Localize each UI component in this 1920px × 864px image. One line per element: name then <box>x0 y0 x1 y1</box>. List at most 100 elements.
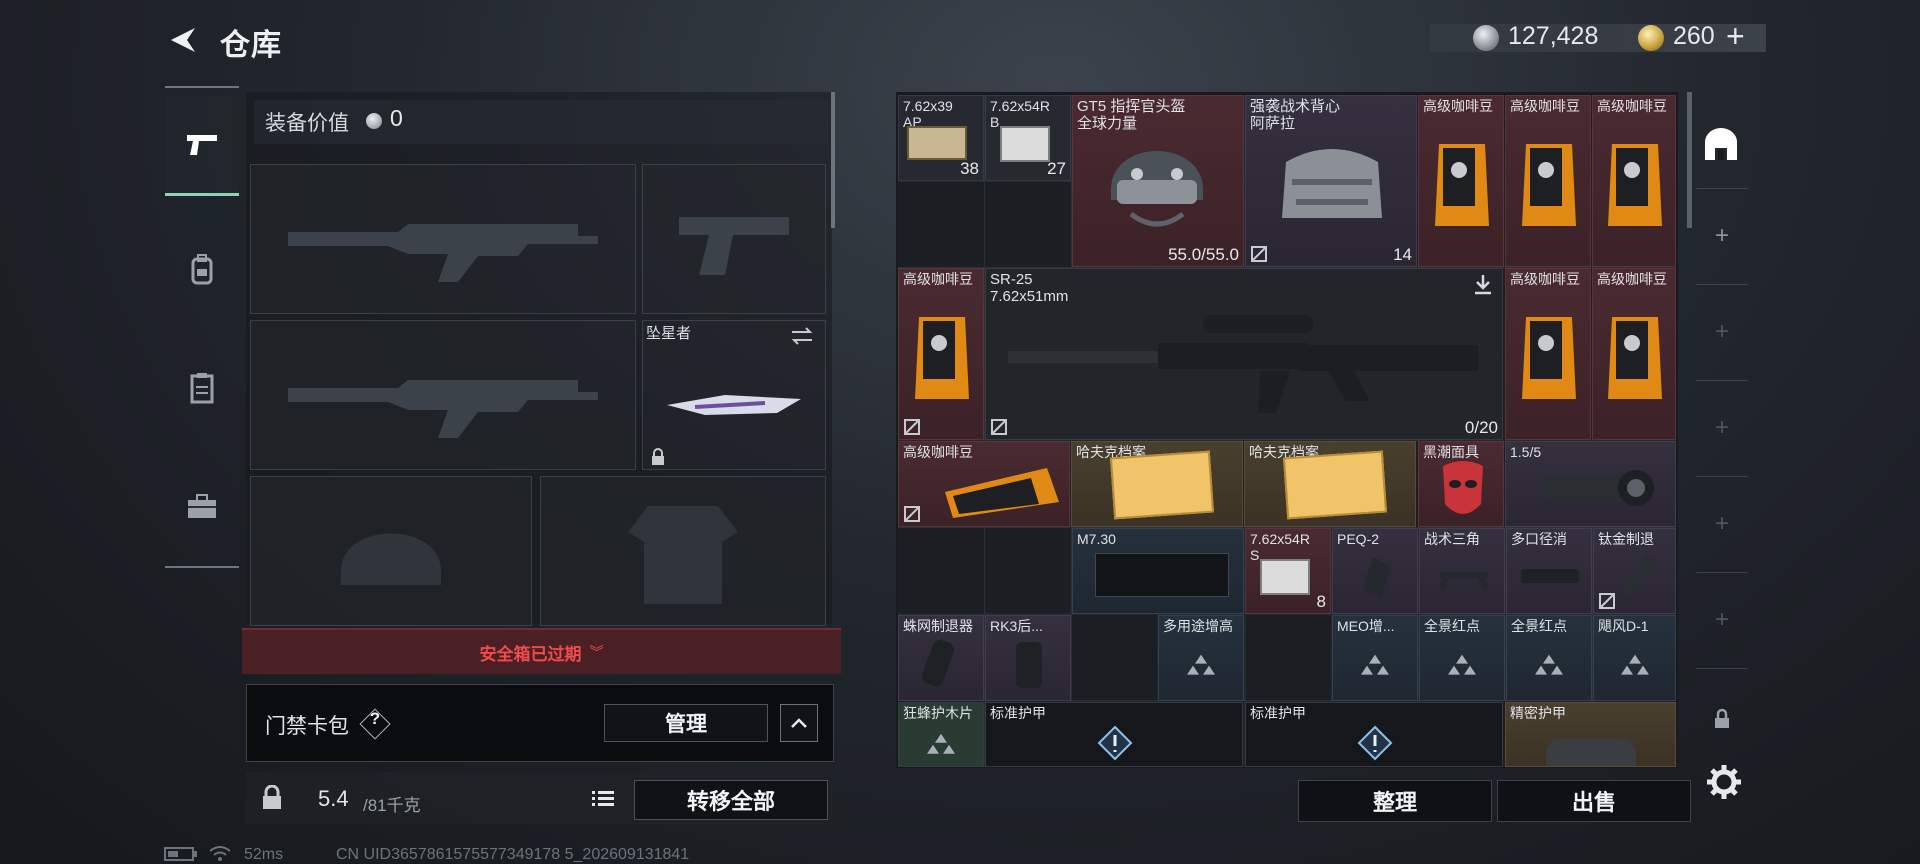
vest-item[interactable]: 强袭战术背心 阿萨拉 14 <box>1245 95 1417 267</box>
add-stash-button[interactable]: + <box>1706 414 1738 442</box>
tabs-divider <box>165 566 239 568</box>
side-divider <box>1696 572 1748 573</box>
add-stash-button[interactable]: + <box>1706 222 1738 250</box>
coffee-item[interactable]: 高级咖啡豆 <box>1505 95 1591 267</box>
back-button[interactable] <box>164 22 200 58</box>
capacity-current: 5.4 <box>318 786 349 811</box>
placeholder-triangles-icon <box>1187 654 1215 675</box>
manage-button[interactable]: 管理 <box>604 704 768 742</box>
coffee-item[interactable]: 高级咖啡豆 <box>1592 268 1676 440</box>
coffee-bag-image <box>915 317 969 399</box>
coffee-item[interactable]: 高级咖啡豆 <box>1505 268 1591 440</box>
gear-icon[interactable] <box>1704 762 1744 802</box>
lock-icon <box>652 448 664 465</box>
titanium-brake-item[interactable]: 钛金制退 <box>1593 528 1676 614</box>
armor-slot[interactable] <box>540 476 826 626</box>
keycard-pack-label: 门禁卡包 <box>265 715 349 738</box>
coffee-item[interactable]: 高级咖啡豆 <box>898 441 1070 527</box>
pistol-icon <box>187 134 217 155</box>
swap-icon[interactable] <box>790 326 814 346</box>
handguard-item[interactable]: 狂蜂护木片 <box>898 702 984 767</box>
suppressor-item[interactable]: 多口径消 <box>1506 528 1592 614</box>
placeholder-triangles-icon <box>1620 654 1649 675</box>
gold-balance: 260 <box>1673 22 1715 50</box>
warning-diamond-icon <box>1357 725 1393 761</box>
primary-weapon-slot[interactable] <box>250 164 636 314</box>
panoramic-dot-item[interactable]: 全景红点 <box>1419 615 1505 701</box>
archive-item[interactable]: 哈夫克档案 <box>1071 441 1243 527</box>
add-stash-button[interactable]: + <box>1706 318 1738 346</box>
ammo-item[interactable]: 7.62x39 AP 38 <box>898 95 984 181</box>
spider-brake-item[interactable]: 蛛网制退器 <box>898 615 984 701</box>
lock-icon[interactable] <box>1713 708 1731 730</box>
tab-backpack[interactable] <box>165 220 239 320</box>
bound-icon <box>1599 593 1615 609</box>
muzzle-image <box>919 637 957 689</box>
helmet-slot[interactable] <box>250 476 532 626</box>
coffee-item[interactable]: 高级咖啡豆 <box>1592 95 1676 267</box>
peq-item[interactable]: PEQ-2 <box>1332 528 1418 614</box>
wifi-icon <box>209 846 231 861</box>
ammo-item[interactable]: 7.62x54R S 8 <box>1245 528 1331 614</box>
loadout-scrollbar[interactable] <box>831 92 835 228</box>
placeholder-triangles-icon <box>1535 654 1563 675</box>
tab-weapons[interactable] <box>165 96 239 196</box>
tab-toolbox[interactable] <box>165 456 239 556</box>
scope-item[interactable]: 1.5/5 <box>1505 441 1676 527</box>
bound-icon <box>904 419 920 435</box>
helmet-silhouette-icon <box>341 533 441 585</box>
multi-mount-item[interactable]: 多用途增高 <box>1158 615 1244 701</box>
archive-folder-image <box>1282 450 1388 520</box>
list-icon[interactable] <box>590 786 616 810</box>
add-stash-button[interactable]: + <box>1706 510 1738 538</box>
secondary-weapon-slot[interactable] <box>642 164 826 314</box>
lock-button[interactable] <box>254 772 290 824</box>
laser-module-image <box>1363 557 1391 599</box>
side-divider <box>1696 380 1748 381</box>
ammo-item[interactable]: 7.62x54R B 27 <box>985 95 1071 181</box>
coffee-bag-image <box>1608 317 1662 399</box>
panoramic-dot-item[interactable]: 全景红点 <box>1506 615 1592 701</box>
tripod-item[interactable]: 战术三角 <box>1419 528 1505 614</box>
coffee-item[interactable]: 高级咖啡豆 <box>1418 95 1504 267</box>
coffee-item[interactable]: 高级咖啡豆 <box>898 268 984 440</box>
collapse-button[interactable] <box>780 704 818 742</box>
rifle-silhouette-icon <box>288 224 598 282</box>
lock-icon <box>263 785 281 809</box>
armor-item[interactable]: 标准护甲 <box>1245 702 1503 767</box>
helmet-item[interactable]: GT5 指挥官头盔 全球力量 55.0/55.0 <box>1072 95 1244 267</box>
m730-item[interactable]: M7.30 <box>1072 528 1244 614</box>
primary-weapon-2-slot[interactable] <box>250 320 636 470</box>
ammo-box-image <box>907 126 967 160</box>
mask-item[interactable]: 黑潮面具 <box>1418 441 1504 527</box>
tab-armor[interactable] <box>165 338 239 438</box>
vest-silhouette-icon <box>628 506 738 604</box>
meo-item[interactable]: MEO增... <box>1332 615 1418 701</box>
capacity-max: /81千克 <box>363 796 421 815</box>
coffee-bag-image <box>945 468 1059 518</box>
sell-button[interactable]: 出售 <box>1497 780 1691 822</box>
receiver-image <box>1095 553 1229 597</box>
rifle-silhouette-icon <box>288 380 598 438</box>
transfer-all-button[interactable]: 转移全部 <box>634 780 828 820</box>
tidy-button[interactable]: 整理 <box>1298 780 1492 822</box>
rk3-item[interactable]: RK3后... <box>985 615 1071 701</box>
muzzle-brake-image <box>1620 555 1656 601</box>
tripod-image <box>1439 572 1489 591</box>
archive-item[interactable]: 哈夫克档案 <box>1244 441 1416 527</box>
ping-text: 52ms <box>244 846 284 863</box>
add-stash-button[interactable]: + <box>1706 606 1738 634</box>
hurricane-item[interactable]: 飓风D-1 <box>1593 615 1676 701</box>
stash-tab-main[interactable] <box>1686 114 1756 174</box>
precision-armor-item[interactable]: 精密护甲 <box>1505 702 1676 767</box>
rifle-item[interactable]: SR-25 7.62x51mm 0/20 <box>985 268 1503 440</box>
armor-item[interactable]: 标准护甲 <box>985 702 1243 767</box>
gold-coin-icon <box>1638 25 1664 51</box>
toolbox-icon <box>188 494 216 518</box>
side-divider <box>1696 188 1748 189</box>
placeholder-triangles-icon <box>1448 654 1476 675</box>
add-currency-button[interactable]: + <box>1726 18 1745 55</box>
safebox-expired-banner[interactable]: 安全箱已过期 ︾ <box>242 628 841 674</box>
chevron-up-icon <box>791 718 807 728</box>
coffee-bag-image <box>1608 144 1662 226</box>
